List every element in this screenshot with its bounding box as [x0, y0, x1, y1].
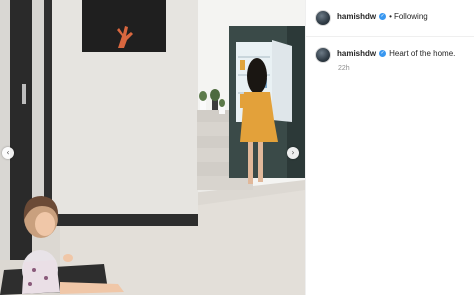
post-photo[interactable]: ‹ ›	[0, 0, 305, 295]
instagram-post: ‹ › hamishdw ✓ • Following hamishdw ✓ He…	[0, 0, 474, 295]
post-timestamp[interactable]: 22h	[338, 65, 350, 72]
chevron-left-icon: ‹	[6, 148, 10, 157]
post-side-panel: hamishdw ✓ • Following hamishdw ✓ Heart …	[305, 0, 474, 295]
avatar[interactable]	[315, 10, 331, 26]
post-header: hamishdw ✓ • Following	[337, 12, 428, 21]
username-link[interactable]: hamishdw	[337, 12, 376, 21]
following-button[interactable]: Following	[394, 12, 428, 21]
caption-avatar[interactable]	[315, 47, 331, 63]
verified-badge-icon: ✓	[379, 50, 387, 57]
verified-badge-icon: ✓	[379, 13, 387, 20]
caption-text: Heart of the home.	[389, 49, 456, 58]
caption-username-link[interactable]: hamishdw	[337, 49, 376, 58]
post-photo-scene	[0, 0, 305, 295]
header-separator: •	[389, 12, 392, 21]
carousel-prev-button[interactable]: ‹	[2, 147, 14, 159]
header-divider	[306, 36, 474, 37]
carousel-next-button[interactable]: ›	[287, 147, 299, 159]
caption-row: hamishdw ✓ Heart of the home.	[337, 49, 455, 58]
chevron-right-icon: ›	[291, 148, 295, 157]
